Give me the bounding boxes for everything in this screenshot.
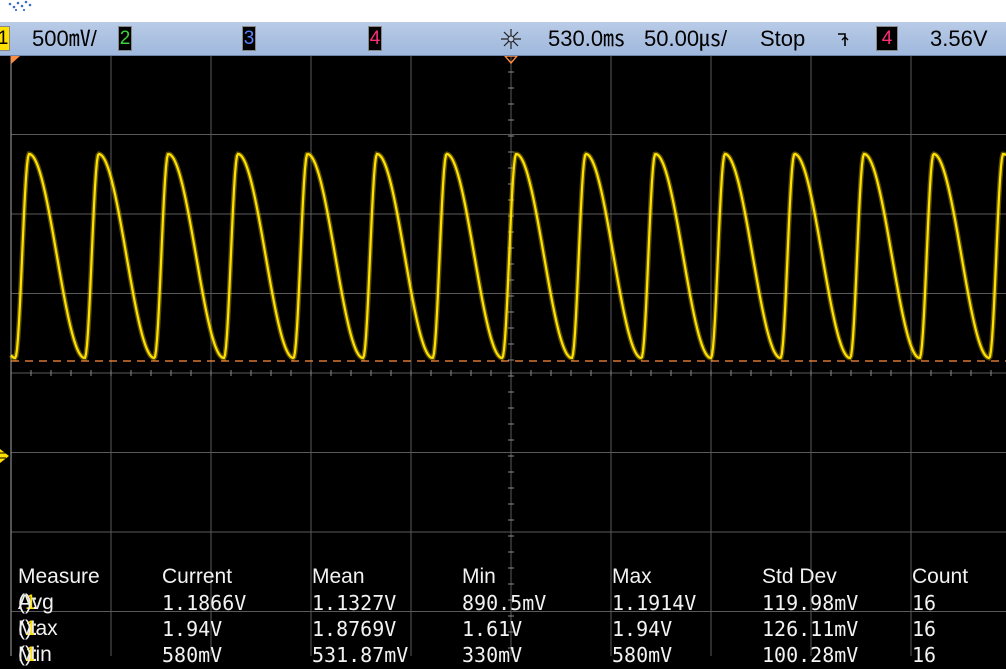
header-std-dev: Std Dev bbox=[762, 565, 837, 588]
time-reference-marker bbox=[11, 56, 20, 64]
window-top-strip bbox=[0, 0, 1006, 22]
keysight-logo-icon bbox=[8, 0, 32, 12]
trigger-position-icon[interactable] bbox=[499, 28, 523, 50]
trigger-source-badge[interactable]: 4 bbox=[876, 26, 898, 51]
channel-1-ground-marker bbox=[0, 449, 9, 463]
measurement-label: Max(1): bbox=[18, 617, 58, 640]
value-min: 330mV bbox=[462, 643, 523, 667]
value-current: 1.1866V bbox=[162, 591, 247, 615]
value-min: 1.61V bbox=[462, 617, 523, 641]
header-mean: Mean bbox=[312, 565, 365, 588]
waveform-display[interactable]: Measure Current Mean Min Max Std Dev Cou… bbox=[0, 56, 1006, 667]
value-max: 580mV bbox=[612, 643, 673, 667]
trigger-slope-icon[interactable] bbox=[836, 30, 850, 48]
trigger-source-number: 4 bbox=[881, 28, 893, 49]
value-count: 16 bbox=[912, 591, 937, 615]
run-state[interactable]: Stop bbox=[760, 22, 805, 55]
value-count: 16 bbox=[912, 643, 937, 667]
value-current: 580mV bbox=[162, 643, 223, 667]
value-mean: 1.8769V bbox=[312, 617, 397, 641]
channel-1-scale[interactable]: 500㎷/ bbox=[32, 22, 97, 55]
channel-3-number: 3 bbox=[243, 28, 255, 49]
measurement-header-row: Measure Current Mean Min Max Std Dev Cou… bbox=[18, 565, 1006, 591]
channel-2-number: 2 bbox=[119, 28, 131, 49]
time-scale[interactable]: 50.00㎲/ bbox=[644, 22, 727, 55]
value-mean: 1.1327V bbox=[312, 591, 397, 615]
label-suffix: ): bbox=[25, 643, 38, 666]
channel-2-badge[interactable]: 2 bbox=[118, 26, 132, 51]
channel-4-number: 4 bbox=[369, 28, 381, 49]
value-std-dev: 100.28mV bbox=[762, 643, 859, 667]
measurement-label: Avg(1): bbox=[18, 591, 54, 614]
time-delay[interactable]: 530.0㎳ bbox=[548, 22, 625, 55]
header-count: Count bbox=[912, 565, 969, 588]
label-suffix: ): bbox=[25, 591, 38, 614]
measurement-label: Min(1): bbox=[18, 643, 52, 666]
value-std-dev: 126.11mV bbox=[762, 617, 859, 641]
value-max: 1.1914V bbox=[612, 591, 697, 615]
label-suffix: ): bbox=[25, 617, 38, 640]
trigger-level[interactable]: 3.56V bbox=[930, 22, 988, 55]
value-current: 1.94V bbox=[162, 617, 223, 641]
value-std-dev: 119.98mV bbox=[762, 591, 859, 615]
measurement-row[interactable]: Max(1): 1.94V 1.8769V 1.61V 1.94V 126.11… bbox=[18, 617, 1006, 643]
value-min: 890.5mV bbox=[462, 591, 547, 615]
channel-1-number: 1 bbox=[0, 28, 9, 49]
measurement-row[interactable]: Avg(1): 1.1866V 1.1327V 890.5mV 1.1914V … bbox=[18, 591, 1006, 617]
channel-1-badge[interactable]: 1 bbox=[0, 26, 10, 51]
value-count: 16 bbox=[912, 617, 937, 641]
scope-status-bar: 1 500㎷/ 2 3 4 530.0㎳ 50.00㎲/ Stop 4 3.56… bbox=[0, 22, 1006, 56]
header-measure: Measure bbox=[18, 565, 100, 588]
channel-3-badge[interactable]: 3 bbox=[242, 26, 256, 51]
measurement-row[interactable]: Min(1): 580mV 531.87mV 330mV 580mV 100.2… bbox=[18, 643, 1006, 669]
header-max: Max bbox=[612, 565, 652, 588]
header-current: Current bbox=[162, 565, 233, 588]
header-min: Min bbox=[462, 565, 496, 588]
channel-4-badge[interactable]: 4 bbox=[368, 26, 382, 51]
measurement-table: Measure Current Mean Min Max Std Dev Cou… bbox=[18, 565, 1006, 669]
value-max: 1.94V bbox=[612, 617, 673, 641]
value-mean: 531.87mV bbox=[312, 643, 409, 667]
stat-name: Max bbox=[18, 617, 58, 640]
